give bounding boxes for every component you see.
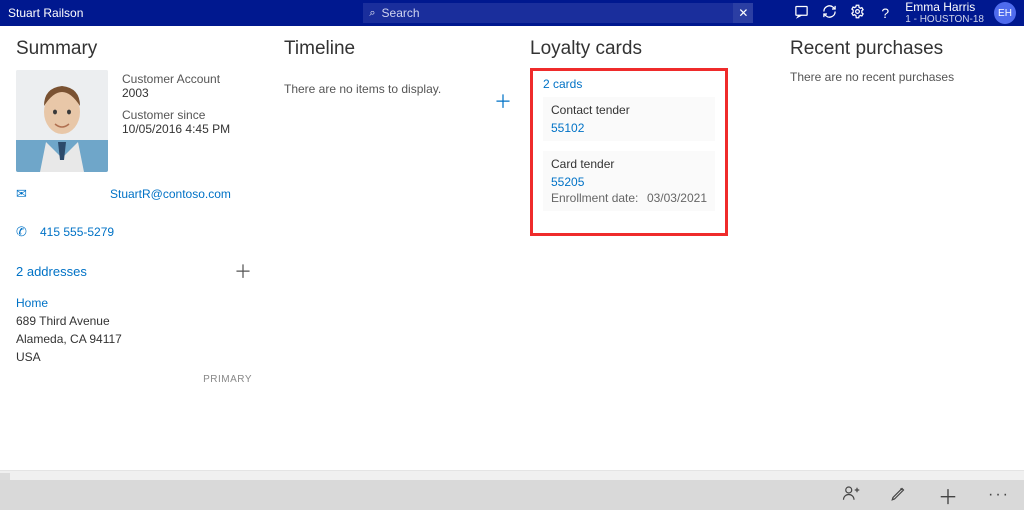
- mail-icon: ✉: [16, 186, 30, 202]
- since-value: 10/05/2016 4:45 PM: [122, 122, 230, 136]
- addresses-link[interactable]: 2 addresses: [16, 264, 87, 279]
- clear-search-button[interactable]: ✕: [733, 3, 753, 23]
- phone-icon: ✆: [16, 224, 30, 240]
- loyalty-card-item[interactable]: Contact tender 55102: [543, 97, 715, 141]
- timeline-title: Timeline: [284, 38, 498, 60]
- global-search[interactable]: ⌕ ✕: [363, 3, 753, 23]
- assign-user-icon[interactable]: [842, 484, 860, 507]
- add-icon[interactable]: ＋: [938, 481, 958, 510]
- summary-fields: Customer Account 2003 Customer since 10/…: [122, 70, 230, 172]
- help-icon[interactable]: ?: [871, 5, 899, 21]
- address-block: Home 689 Third Avenue Alameda, CA 94117 …: [16, 294, 252, 387]
- email-link[interactable]: StuartR@contoso.com: [110, 187, 231, 201]
- main-content: Summary Customer Account 2003 Cus: [0, 26, 1024, 472]
- address-line1: 689 Third Avenue: [16, 312, 252, 330]
- loyalty-panel: Loyalty cards 2 cards Contact tender 551…: [514, 26, 774, 472]
- user-menu[interactable]: Emma Harris 1 - HOUSTON-18: [905, 1, 984, 25]
- loyalty-card-number[interactable]: 55205: [551, 175, 707, 189]
- timeline-empty-text: There are no items to display.: [284, 82, 498, 96]
- loyalty-count-link[interactable]: 2 cards: [543, 77, 715, 91]
- timeline-panel: Timeline ＋ There are no items to display…: [268, 26, 514, 472]
- address-primary-badge: PRIMARY: [16, 372, 252, 387]
- loyalty-highlight-box: 2 cards Contact tender 55102 Card tender…: [530, 68, 728, 236]
- refresh-icon[interactable]: [815, 4, 843, 22]
- account-value: 2003: [122, 86, 230, 100]
- recent-empty-text: There are no recent purchases: [790, 70, 998, 84]
- loyalty-card-title: Card tender: [551, 157, 707, 171]
- add-timeline-button[interactable]: ＋: [494, 88, 512, 114]
- edit-icon[interactable]: [890, 484, 908, 507]
- settings-icon[interactable]: [843, 4, 871, 22]
- address-label[interactable]: Home: [16, 294, 252, 312]
- recent-panel: Recent purchases There are no recent pur…: [774, 26, 1014, 472]
- horizontal-scrollbar[interactable]: [0, 470, 1024, 480]
- enrollment-date: 03/03/2021: [647, 191, 707, 205]
- user-location: 1 - HOUSTON-18: [905, 14, 984, 25]
- search-input[interactable]: [382, 6, 748, 20]
- messages-icon[interactable]: [787, 4, 815, 22]
- enrollment-label: Enrollment date:: [551, 191, 638, 205]
- customer-photo: [16, 70, 108, 172]
- loyalty-card-number[interactable]: 55102: [551, 121, 707, 135]
- search-icon: ⌕: [369, 7, 375, 20]
- email-row[interactable]: ✉ StuartR@contoso.com: [16, 186, 252, 202]
- account-label: Customer Account: [122, 72, 230, 86]
- recent-title: Recent purchases: [790, 38, 998, 60]
- page-customer-name: Stuart Railson: [8, 6, 103, 20]
- loyalty-title: Loyalty cards: [530, 38, 758, 60]
- address-line2: Alameda, CA 94117: [16, 330, 252, 348]
- loyalty-card-title: Contact tender: [551, 103, 707, 117]
- bottom-action-bar: ＋ ···: [0, 480, 1024, 510]
- user-name: Emma Harris: [905, 1, 984, 14]
- address-line3: USA: [16, 348, 252, 366]
- summary-title: Summary: [16, 38, 252, 60]
- add-address-button[interactable]: ＋: [234, 258, 252, 284]
- since-label: Customer since: [122, 108, 230, 122]
- more-icon[interactable]: ···: [988, 486, 1010, 504]
- phone-link[interactable]: 415 555-5279: [40, 225, 114, 239]
- phone-row[interactable]: ✆ 415 555-5279: [16, 224, 252, 240]
- top-bar: Stuart Railson ⌕ ✕ ? Emma Harris 1 - HOU…: [0, 0, 1024, 26]
- avatar[interactable]: EH: [994, 2, 1016, 24]
- loyalty-card-item[interactable]: Card tender 55205 Enrollment date: 03/03…: [543, 151, 715, 211]
- summary-panel: Summary Customer Account 2003 Cus: [0, 26, 268, 472]
